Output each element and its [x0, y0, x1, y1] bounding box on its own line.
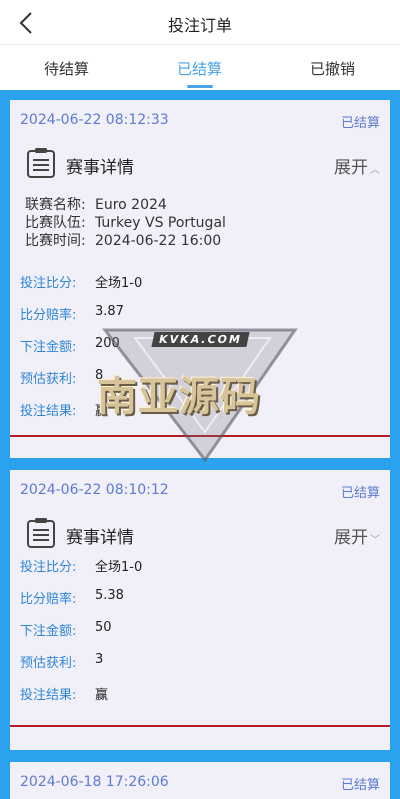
row-label: 投注比分:	[20, 560, 77, 575]
row-label: 下注金额:	[20, 624, 77, 639]
row-label: 比分赔率:	[20, 308, 77, 323]
chevron-up-icon: ︿	[370, 165, 380, 176]
row-value: 全场1-0	[95, 276, 143, 291]
expand-toggle[interactable]: 展开 ﹀	[334, 523, 380, 548]
expand-label: 展开	[334, 158, 368, 178]
row-value: 8	[95, 368, 104, 383]
row-label: 预估获利:	[20, 372, 77, 387]
card-divider	[10, 725, 390, 727]
row-value: 全场1-0	[95, 560, 143, 575]
tab-bar: 待结算 已结算 已撤销	[0, 46, 400, 90]
row-label: 预估获利:	[20, 656, 77, 671]
league-value: Euro 2024	[95, 197, 167, 213]
order-card: 2024-06-18 17:26:06 已结算	[10, 762, 390, 799]
order-status: 已结算	[340, 116, 380, 131]
row-label: 比分赔率:	[20, 592, 77, 607]
league-label: 联赛名称:	[25, 197, 86, 213]
teams-label: 比赛队伍:	[25, 215, 86, 231]
clipboard-icon	[26, 147, 56, 179]
tab-pending[interactable]: 待结算	[0, 58, 133, 79]
row-value: 200	[95, 336, 120, 351]
order-card: 2024-06-22 08:12:33 已结算 赛事详情 展开 ︿ 联赛名称: Eu…	[10, 100, 390, 458]
row-label: 投注比分:	[20, 276, 77, 291]
order-time: 2024-06-22 08:10:12	[20, 482, 169, 498]
order-status: 已结算	[340, 486, 380, 501]
tab-settled[interactable]: 已结算	[133, 58, 266, 79]
row-label: 投注结果:	[20, 404, 77, 419]
order-list[interactable]: 2024-06-22 08:12:33 已结算 赛事详情 展开 ︿ 联赛名称: Eu…	[0, 90, 400, 799]
teams-value: Turkey VS Portugal	[95, 215, 226, 231]
row-value: 3	[95, 652, 104, 667]
row-value: 赢	[95, 404, 109, 419]
row-value: 赢	[95, 688, 109, 703]
expand-label: 展开	[334, 528, 368, 548]
active-tab-indicator	[187, 85, 213, 88]
order-card: 2024-06-22 08:10:12 已结算 赛事详情 展开 ﹀ 投注比分: 全场…	[10, 470, 390, 750]
order-time: 2024-06-22 08:12:33	[20, 112, 169, 128]
clipboard-icon	[26, 517, 56, 549]
match-time-value: 2024-06-22 16:00	[95, 233, 222, 249]
order-status: 已结算	[340, 778, 380, 793]
row-label: 投注结果:	[20, 688, 77, 703]
page-title: 投注订单	[167, 16, 232, 35]
match-info: 联赛名称: Euro 2024 比赛队伍: Turkey VS Portugal 比…	[25, 196, 226, 250]
row-value: 3.87	[95, 304, 124, 319]
order-time: 2024-06-18 17:26:06	[20, 774, 169, 790]
tab-cancelled[interactable]: 已撤销	[266, 58, 399, 79]
detail-title: 赛事详情	[66, 528, 134, 548]
row-label: 下注金额:	[20, 340, 77, 355]
row-value: 50	[95, 620, 112, 635]
app-header: 投注订单	[0, 0, 400, 45]
match-time-label: 比赛时间:	[25, 233, 86, 249]
row-value: 5.38	[95, 588, 124, 603]
expand-toggle[interactable]: 展开 ︿	[334, 153, 380, 178]
detail-title: 赛事详情	[66, 158, 134, 178]
chevron-down-icon: ﹀	[370, 535, 380, 546]
card-divider	[10, 435, 390, 437]
